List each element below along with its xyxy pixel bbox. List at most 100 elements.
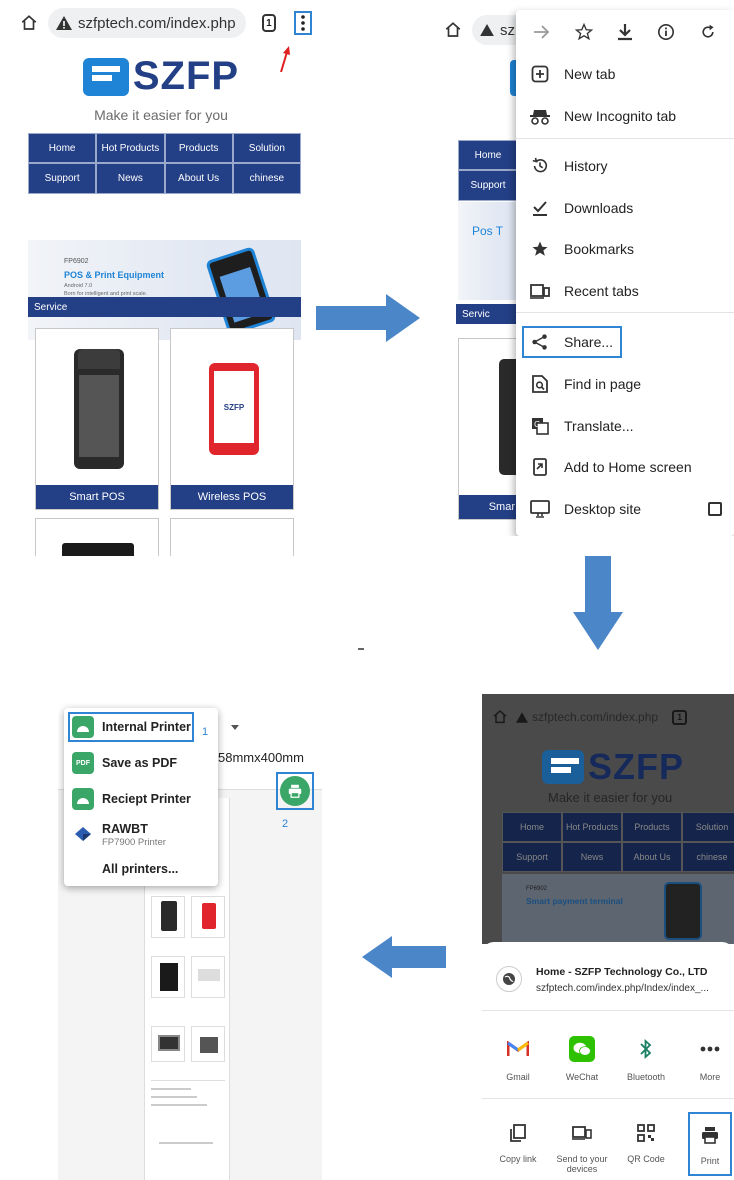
nav-news[interactable]: News	[96, 163, 165, 194]
dimmed-page: szfptech.com/index.php 1 SZFP Make it ea…	[482, 694, 734, 944]
tagline: Make it easier for you	[548, 790, 673, 805]
share-action-qr-code[interactable]: QR Code	[616, 1120, 676, 1164]
menu-item-add-to-home-screen[interactable]: Add to Home screen	[516, 447, 734, 487]
nav-home[interactable]: Home	[28, 133, 97, 163]
nav-support[interactable]: Support	[28, 163, 97, 194]
app-label: Bluetooth	[626, 1072, 666, 1082]
logo-text: SZFP	[132, 54, 240, 98]
menu-item-label: Downloads	[564, 200, 634, 216]
home-icon[interactable]	[20, 14, 38, 32]
svg-text:G: G	[534, 420, 540, 429]
menu-item-history[interactable]: History	[516, 146, 734, 186]
share-page-title: Home - SZFP Technology Co., LTD	[536, 966, 708, 978]
find-in-page-icon	[528, 375, 552, 393]
hero-banner[interactable]: FP6902 POS & Print Equipment Android 7.0…	[28, 240, 301, 340]
desktop-site-checkbox[interactable]	[708, 502, 722, 516]
product-card-smart-pos[interactable]: Smart POS	[35, 328, 159, 510]
warning-icon	[56, 16, 72, 30]
nav-hot-products[interactable]: Hot Products	[96, 133, 165, 163]
reload-icon[interactable]	[700, 23, 716, 41]
menu-item-recent-tabs[interactable]: Recent tabs	[516, 271, 734, 311]
printer-reciept[interactable]: Reciept Printer	[72, 788, 191, 810]
menu-toolbar	[516, 10, 734, 54]
nav-chinese[interactable]: chinese	[232, 163, 301, 194]
url-field[interactable]: szfptech.com/index.php	[48, 8, 246, 38]
menu-item-new-incognito-tab[interactable]: New Incognito tab	[516, 96, 734, 136]
menu-item-label: Recent tabs	[564, 283, 639, 299]
more-options-button[interactable]	[294, 11, 312, 35]
download-icon[interactable]	[617, 23, 633, 41]
site-logo: SZFP	[542, 746, 684, 788]
banner-sub1: Android 7.0	[64, 283, 93, 289]
smart-pos-image	[74, 349, 124, 469]
share-action-send-to-devices[interactable]: Send to your devices	[552, 1120, 612, 1174]
menu-item-new-tab[interactable]: New tab	[516, 54, 734, 94]
nav-products[interactable]: Products	[164, 133, 233, 163]
bookmarks-star-icon	[528, 240, 552, 258]
url-text: szfptech.com/index.php	[532, 710, 659, 724]
menu-item-desktop-site[interactable]: Desktop site	[516, 489, 734, 529]
app-label: WeChat	[565, 1072, 599, 1082]
share-app-more[interactable]: More	[680, 1036, 734, 1082]
nav-home: Home	[502, 812, 562, 842]
nav-home-partial[interactable]: Home	[458, 140, 518, 170]
url-text: szfptech.com/index.php	[78, 14, 236, 32]
product-card-wireless-pos[interactable]: SZFP Wireless POS	[170, 328, 294, 510]
hero-banner-partial[interactable]: Pos T	[458, 202, 518, 300]
share-action-print[interactable]: Print	[688, 1112, 732, 1176]
url-text: sz	[500, 21, 515, 39]
menu-item-find-in-page[interactable]: Find in page	[516, 364, 734, 404]
menu-item-downloads[interactable]: Downloads	[516, 188, 734, 228]
home-icon[interactable]	[444, 21, 462, 39]
menu-item-label: Translate...	[564, 418, 634, 434]
history-icon	[528, 157, 552, 175]
menu-item-translate[interactable]: G Translate...	[516, 406, 734, 446]
qr-code-icon	[616, 1120, 676, 1146]
tab-switcher-button[interactable]: 1	[261, 14, 277, 32]
printer-rawbt[interactable]: RAWBT FP7900 Printer	[72, 822, 166, 848]
nav-about-us: About Us	[622, 842, 682, 872]
printer-name: Save as PDF	[102, 756, 178, 770]
print-icon	[280, 776, 310, 806]
printer-save-as-pdf[interactable]: PDF Save as PDF	[72, 752, 177, 774]
banner-model: FP6902	[526, 886, 548, 892]
devices-icon	[552, 1120, 612, 1146]
printer-all-printers[interactable]: All printers...	[102, 862, 178, 876]
menu-item-label: New Incognito tab	[564, 108, 677, 124]
paper-size[interactable]: 58mmx400mm	[218, 750, 304, 765]
logo-mark-icon	[82, 57, 129, 96]
share-app-gmail[interactable]: Gmail	[488, 1036, 548, 1082]
arrow-left-icon	[362, 936, 446, 978]
desktop-icon	[528, 500, 552, 518]
new-tab-icon	[528, 65, 552, 83]
address-bar: szfptech.com/index.php 1	[10, 0, 312, 46]
print-fab-button[interactable]	[276, 772, 314, 810]
product-caption: Smar	[459, 495, 517, 519]
info-icon[interactable]	[657, 23, 675, 41]
bookmark-star-icon[interactable]	[574, 23, 593, 41]
nav-chinese: chinese	[682, 842, 734, 872]
menu-item-label: Bookmarks	[564, 241, 635, 257]
forward-icon[interactable]	[534, 25, 550, 39]
product-card-4[interactable]	[170, 518, 294, 556]
page-globe-icon	[496, 966, 522, 992]
arrow-down-icon	[573, 556, 623, 650]
nav-support-partial[interactable]: Support	[458, 170, 518, 201]
service-bar: Service	[28, 297, 301, 317]
menu-item-bookmarks[interactable]: Bookmarks	[516, 229, 734, 269]
share-app-bluetooth[interactable]: Bluetooth	[616, 1036, 676, 1082]
site-logo[interactable]: SZFP	[10, 54, 312, 99]
product-card-partial[interactable]: Smar	[458, 338, 521, 520]
product-card-3[interactable]	[35, 518, 159, 556]
nav-about-us[interactable]: About Us	[164, 163, 233, 194]
menu-item-label: Add to Home screen	[564, 459, 692, 475]
nav-solution[interactable]: Solution	[232, 133, 301, 163]
dropdown-arrow-icon[interactable]	[231, 725, 239, 730]
nav-support: Support	[502, 842, 562, 872]
add-to-home-icon	[528, 458, 552, 476]
product-caption: Smart POS	[36, 485, 158, 509]
banner-device-image	[205, 246, 277, 336]
print-preview-screen: 58mmx400mm 2 Internal Printer 1 PDF Save…	[58, 700, 322, 1180]
share-action-copy-link[interactable]: Copy link	[488, 1120, 548, 1164]
share-app-wechat[interactable]: WeChat	[552, 1036, 612, 1082]
